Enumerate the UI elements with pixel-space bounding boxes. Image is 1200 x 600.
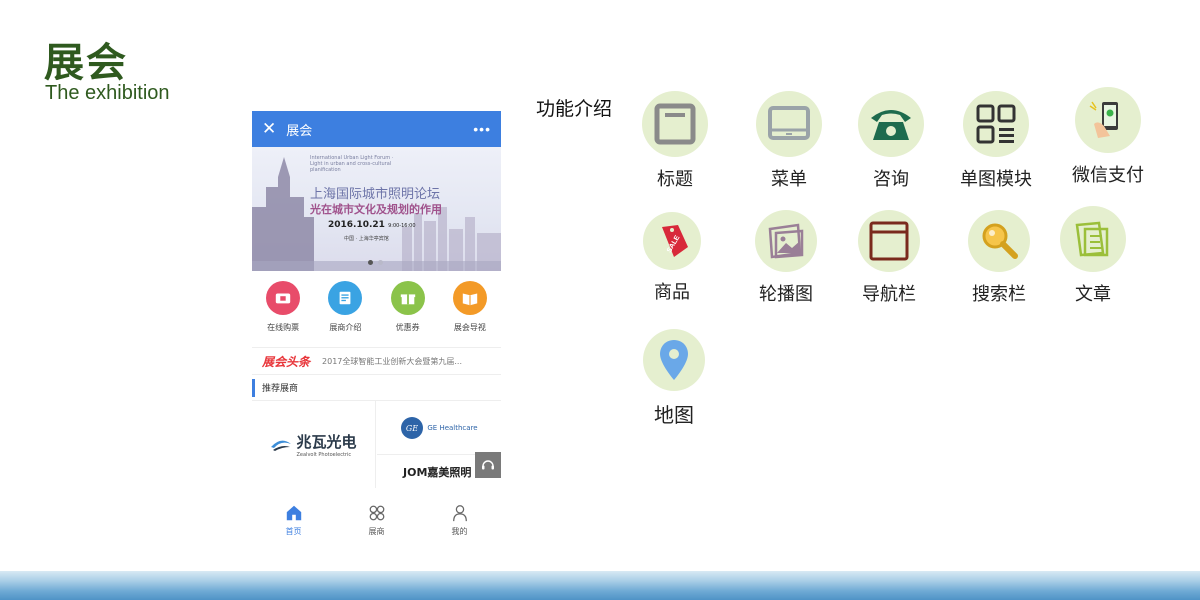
features-heading: 功能介绍 — [536, 98, 613, 120]
sale-tag-icon: SALE — [643, 212, 701, 270]
feature-label: 导航栏 — [862, 284, 916, 305]
svg-text:GE: GE — [406, 424, 418, 433]
section-accent — [252, 378, 255, 397]
feature-label: 地图 — [654, 403, 694, 427]
exhibitor-name: JOM嘉美照明 — [403, 466, 472, 479]
carousel-dot-active[interactable] — [368, 260, 373, 265]
map-pin-icon — [643, 329, 705, 391]
close-icon[interactable]: ✕ — [262, 119, 276, 139]
feature-title: 标题 — [620, 91, 730, 191]
banner-title: 上海国际城市照明论坛 — [310, 187, 441, 202]
exhibitor-name: 兆瓦光电 — [296, 433, 357, 451]
carousel-dot[interactable] — [378, 260, 383, 265]
headline-text[interactable]: 2017全球智能工业创新大会暨第九届... — [322, 356, 462, 367]
tab-label: 我的 — [451, 526, 468, 536]
exhibitor-grid: 兆瓦光电 Zealvolt Photoelectric GE GE Health… — [252, 401, 501, 488]
feature-navbar: 导航栏 — [834, 210, 944, 306]
tab-label: 首页 — [285, 526, 302, 536]
tab-label: 展商 — [368, 526, 385, 536]
quick-link-exhibitors[interactable]: 展商介绍 — [317, 281, 373, 347]
section-title-text: 推荐展商 — [262, 384, 299, 394]
quick-link-tickets[interactable]: 在线购票 — [255, 281, 311, 347]
feature-product: SALE 商品 — [617, 212, 727, 304]
quick-link-label: 在线购票 — [267, 323, 300, 332]
customer-service-button[interactable] — [475, 452, 501, 478]
feature-label: 单图模块 — [960, 169, 1032, 190]
app-header: ✕ 展会 ••• — [252, 111, 501, 147]
feature-label: 菜单 — [771, 169, 807, 190]
navbar-icon — [858, 210, 920, 272]
banner-place: 中国 · 上海华亭宾馆 — [344, 236, 389, 242]
menu-icon — [756, 91, 822, 157]
exhibitor-ge[interactable]: GE GE Healthcare — [377, 401, 501, 455]
grid-icon — [369, 505, 384, 520]
feature-label: 文章 — [1075, 284, 1111, 305]
document-icon — [328, 281, 363, 315]
quick-links: 在线购票 展商介绍 优惠券 展会导视 — [252, 271, 501, 348]
feature-single-image: 单图模块 — [941, 91, 1051, 191]
article-icon — [1060, 206, 1126, 272]
headline-brand: 展会头条 — [262, 354, 311, 369]
app-title: 展会 — [286, 122, 313, 138]
feature-label: 商品 — [654, 282, 690, 303]
headset-icon — [482, 460, 494, 470]
feature-wechat-pay: 微信支付 — [1053, 87, 1163, 187]
headline-news[interactable]: 展会头条 2017全球智能工业创新大会暨第九届... — [252, 348, 501, 375]
person-icon — [452, 504, 467, 521]
more-icon[interactable]: ••• — [473, 121, 491, 137]
exhibitor-zealvolt[interactable]: 兆瓦光电 Zealvolt Photoelectric — [252, 401, 376, 488]
exhibitor-name: GE Healthcare — [427, 423, 478, 432]
carousel-icon — [755, 210, 817, 272]
quick-link-label: 展会导视 — [453, 323, 486, 332]
feature-label: 轮播图 — [759, 284, 813, 305]
tab-bar: 首页 展商 我的 — [252, 492, 501, 548]
banner-carousel[interactable]: International Urban Light Forum · Light … — [252, 147, 501, 271]
phone-icon — [858, 91, 924, 157]
feature-article: 文章 — [1038, 206, 1148, 306]
search-icon — [968, 210, 1030, 272]
quick-link-label: 展商介绍 — [329, 323, 362, 332]
section-title: 推荐展商 — [252, 375, 501, 401]
gift-icon — [390, 281, 425, 315]
feature-menu: 菜单 — [734, 91, 844, 191]
ticket-icon — [266, 281, 301, 315]
quick-link-coupons[interactable]: 优惠券 — [380, 281, 436, 347]
feature-carousel: 轮播图 — [731, 210, 841, 306]
sea-decoration — [0, 571, 1200, 600]
tab-profile[interactable]: 我的 — [430, 504, 490, 537]
banner-subtitle: 光在城市文化及规划的作用 — [310, 203, 442, 216]
zealvolt-logo-icon — [271, 440, 292, 451]
quick-link-guide[interactable]: 展会导视 — [442, 281, 498, 347]
feature-label: 微信支付 — [1072, 165, 1144, 186]
carousel-dots — [368, 260, 383, 265]
slide-subtitle: The exhibition — [45, 82, 170, 104]
feature-label: 咨询 — [873, 169, 909, 190]
exhibitor-english: Zealvolt Photoelectric — [296, 452, 352, 458]
tab-home[interactable]: 首页 — [264, 504, 324, 537]
title-icon — [642, 91, 708, 157]
wechat-pay-icon — [1075, 87, 1141, 153]
banner-english-text: International Urban Light Forum · Light … — [310, 155, 394, 173]
feature-label: 标题 — [657, 169, 693, 190]
banner-date: 2016.10.21 9:00-16:00 — [328, 220, 416, 230]
feature-consult: 咨询 — [836, 91, 946, 191]
home-icon — [286, 505, 301, 520]
feature-map: 地图 — [619, 329, 729, 428]
slide-title: 展会 — [44, 39, 128, 86]
book-icon — [452, 281, 487, 315]
ge-logo-icon: GE — [401, 416, 424, 439]
tab-exhibitors[interactable]: 展商 — [347, 504, 407, 537]
quick-link-label: 优惠券 — [395, 323, 420, 332]
layout-icon — [963, 91, 1029, 157]
phone-mockup: ✕ 展会 ••• International Urban Light Forum… — [252, 111, 501, 548]
